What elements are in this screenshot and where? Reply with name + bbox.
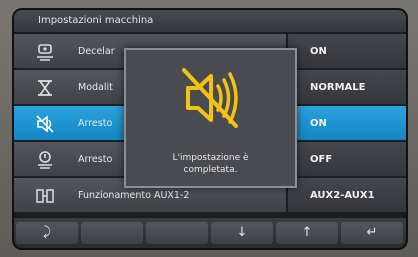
deceleration-icon — [37, 44, 53, 61]
setting-label: Decelar — [78, 46, 115, 57]
mute-speaker-icon — [182, 68, 238, 128]
setting-value: AUX2-AUX1 — [288, 178, 406, 213]
setting-value: OFF — [288, 142, 406, 177]
engine-stop-icon — [38, 151, 52, 169]
back-button[interactable]: ⤸ — [16, 222, 78, 244]
arrow-down-button[interactable]: ↓ — [211, 222, 273, 244]
mute-icon — [36, 115, 54, 133]
dialog-message: L'impostazione è completata. — [126, 152, 295, 176]
mode-icon — [38, 80, 52, 96]
setting-value: ON — [288, 34, 406, 69]
setting-value: ON — [288, 106, 406, 141]
setting-label: Modalit — [78, 82, 113, 93]
blank-key-1[interactable] — [81, 222, 143, 244]
setting-label: Arresto — [78, 154, 113, 165]
display-screen: Impostazioni macchina Decelar ON Modalit… — [14, 10, 406, 248]
dialog-message-line2: completata. — [183, 165, 238, 175]
aux-icon — [36, 189, 54, 203]
setting-label: Arresto — [78, 118, 113, 129]
softkey-bar: ⤸ ↓ ↑ ↵ — [14, 218, 406, 248]
arrow-up-button[interactable]: ↑ — [276, 222, 338, 244]
page-title: Impostazioni macchina — [14, 10, 406, 32]
confirmation-dialog: L'impostazione è completata. — [124, 48, 297, 188]
blank-key-2[interactable] — [146, 222, 208, 244]
setting-value: NORMALE — [288, 70, 406, 105]
dialog-message-line1: L'impostazione è — [172, 153, 249, 163]
enter-button[interactable]: ↵ — [341, 222, 403, 244]
